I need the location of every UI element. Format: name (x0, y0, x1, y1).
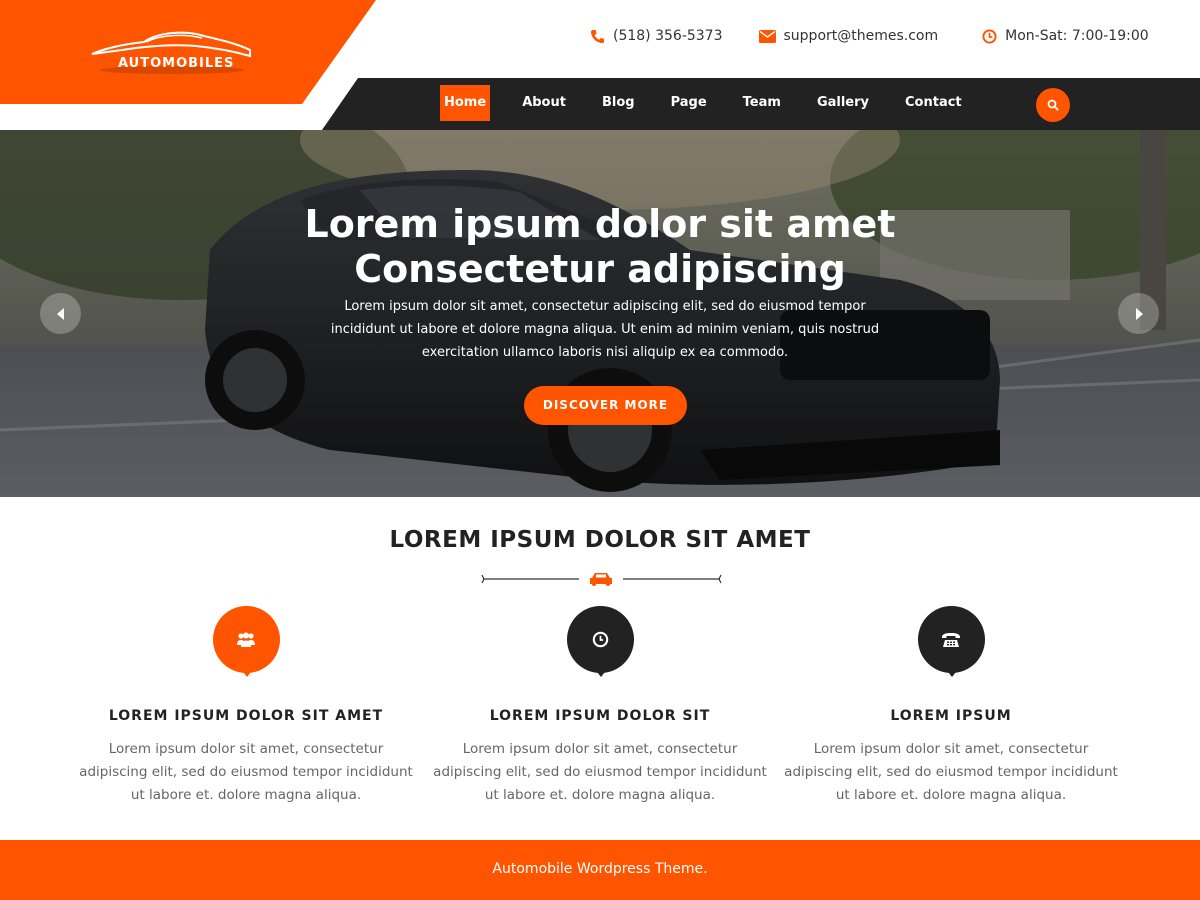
phone-number[interactable]: (518) 356-5373 (613, 28, 723, 44)
feature-text: Lorem ipsum dolor sit amet, consectetur … (784, 741, 1118, 803)
feature-card: LOREM IPSUM Lorem ipsum dolor sit amet, … (781, 606, 1121, 807)
nav-item-gallery[interactable]: Gallery (813, 85, 873, 121)
feature-pin (917, 606, 985, 678)
nav-item-blog[interactable]: Blog (598, 85, 639, 121)
site-header: AUTOMOBILES (518) 356-5373 support@theme… (0, 0, 1200, 130)
feature-card: LOREM IPSUM DOLOR SIT AMET Lorem ipsum d… (76, 606, 416, 807)
feature-pin (566, 606, 634, 678)
site-footer: Automobile Wordpress Theme. (0, 840, 1200, 900)
hero-description: Lorem ipsum dolor sit amet, consectetur … (330, 299, 880, 360)
slider-prev-button[interactable] (40, 293, 81, 334)
hero-slider: Lorem ipsum dolor sit amet Consectetur a… (0, 130, 1200, 497)
users-icon (237, 632, 255, 647)
search-icon (1047, 99, 1059, 111)
phone-icon (590, 29, 605, 43)
pin-tip (239, 668, 254, 677)
nav-item-page[interactable]: Page (667, 85, 711, 121)
logo-text: AUTOMOBILES (118, 56, 235, 71)
feature-text: Lorem ipsum dolor sit amet, consectetur … (433, 741, 767, 803)
phone-icon (942, 632, 960, 647)
hero-title-line2: Consectetur adipiscing (354, 247, 846, 291)
feature-icon-circle (212, 606, 280, 673)
nav-item-team[interactable]: Team (739, 85, 785, 121)
email-address[interactable]: support@themes.com (784, 28, 939, 44)
feature-heading: LOREM IPSUM (890, 708, 1012, 724)
feature-heading: LOREM IPSUM DOLOR SIT AMET (108, 708, 384, 724)
feature-icon-circle (566, 606, 634, 673)
car-logo-icon[interactable] (86, 28, 256, 80)
caret-left-icon (56, 307, 64, 320)
contact-email: support@themes.com (758, 28, 939, 44)
footer-text: Automobile Wordpress Theme. (492, 861, 708, 877)
slider-next-button[interactable] (1118, 293, 1159, 334)
feature-text: Lorem ipsum dolor sit amet, consectetur … (79, 741, 413, 803)
contact-bar: (518) 356-5373 support@themes.com Mon-Sa… (590, 28, 1149, 44)
feature-card: LOREM IPSUM DOLOR SIT Lorem ipsum dolor … (430, 606, 770, 807)
feature-pin (212, 606, 280, 678)
nav-item-contact[interactable]: Contact (901, 85, 966, 121)
nav-item-about[interactable]: About (518, 85, 570, 121)
hero-title-line1: Lorem ipsum dolor sit amet (304, 202, 896, 246)
main-nav: Home About Blog Page Team Gallery Contac… (322, 78, 1200, 130)
discover-more-button[interactable]: DISCOVER MORE (524, 386, 687, 425)
contact-phone: (518) 356-5373 (590, 28, 723, 44)
nav-menu: Home About Blog Page Team Gallery Contac… (440, 85, 994, 121)
contact-hours: Mon-Sat: 7:00-19:00 (982, 28, 1149, 44)
section-divider (481, 573, 722, 586)
features-title: LOREM IPSUM DOLOR SIT AMET (389, 527, 811, 553)
nav-item-home[interactable]: Home (440, 85, 491, 121)
envelope-icon (758, 29, 776, 43)
clock-icon (982, 28, 997, 44)
feature-icon-circle (917, 606, 985, 673)
pin-tip (593, 668, 608, 677)
opening-hours: Mon-Sat: 7:00-19:00 (1005, 28, 1149, 44)
clock-icon (592, 631, 608, 648)
search-button[interactable] (1036, 88, 1070, 122)
feature-heading: LOREM IPSUM DOLOR SIT (489, 708, 711, 724)
caret-right-icon (1135, 307, 1143, 320)
pin-tip (944, 668, 959, 677)
car-icon (590, 573, 612, 586)
